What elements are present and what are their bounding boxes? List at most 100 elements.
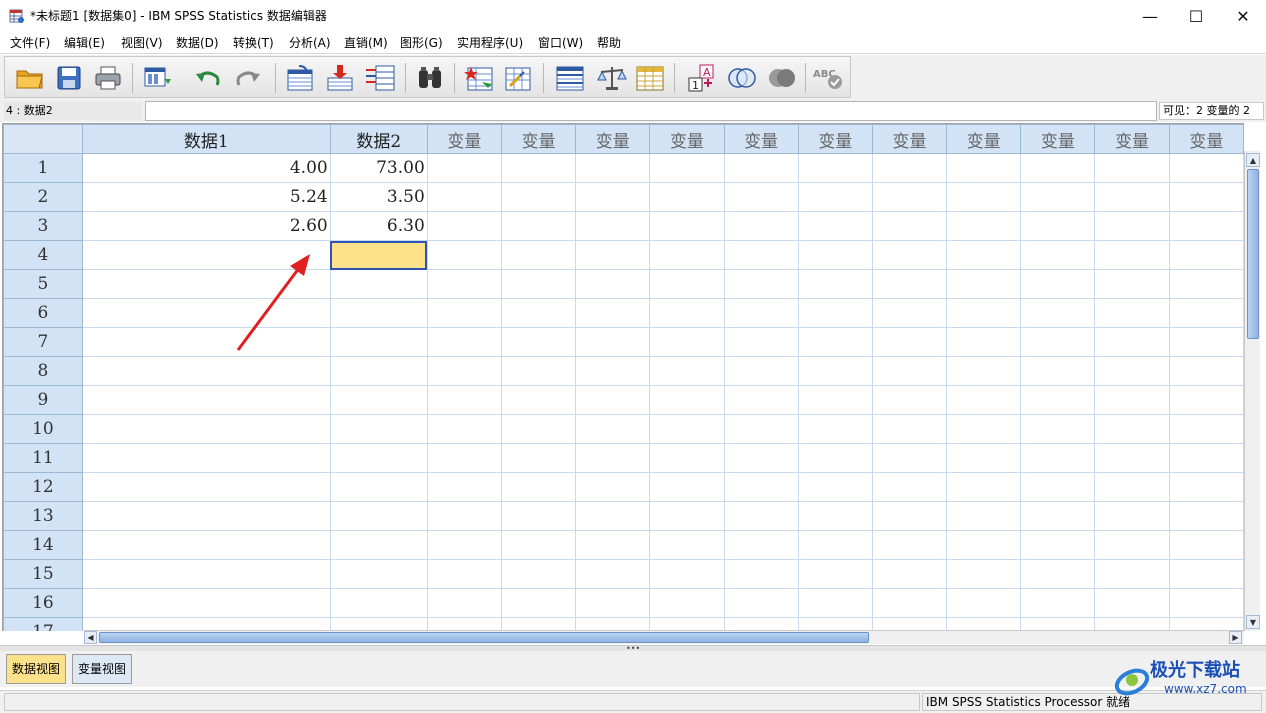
empty-cell[interactable] bbox=[797, 356, 873, 386]
row-number[interactable]: 7 bbox=[3, 327, 83, 357]
empty-cell[interactable] bbox=[500, 153, 577, 183]
empty-cell[interactable] bbox=[946, 385, 1022, 415]
empty-cell[interactable] bbox=[649, 414, 725, 444]
empty-cell[interactable] bbox=[1094, 414, 1170, 444]
spss-app-icon[interactable] bbox=[9, 8, 25, 24]
scroll-right-icon[interactable]: ▶ bbox=[1229, 631, 1242, 644]
variables-icon[interactable] bbox=[363, 62, 397, 94]
empty-cell[interactable] bbox=[723, 327, 799, 357]
empty-cell[interactable] bbox=[723, 153, 799, 183]
column-header[interactable]: 变量 bbox=[500, 124, 577, 154]
empty-cell[interactable] bbox=[649, 443, 725, 473]
minimize-button[interactable]: — bbox=[1127, 0, 1173, 32]
empty-cell[interactable] bbox=[500, 588, 577, 618]
data-cell[interactable] bbox=[329, 356, 428, 386]
empty-cell[interactable] bbox=[1094, 530, 1170, 560]
data-cell[interactable] bbox=[329, 298, 428, 328]
empty-cell[interactable] bbox=[1168, 617, 1244, 631]
empty-cell[interactable] bbox=[500, 443, 577, 473]
empty-cell[interactable] bbox=[426, 501, 502, 531]
row-number[interactable]: 11 bbox=[3, 443, 83, 473]
empty-cell[interactable] bbox=[426, 385, 502, 415]
empty-cell[interactable] bbox=[1168, 501, 1244, 531]
empty-cell[interactable] bbox=[723, 269, 799, 299]
empty-cell[interactable] bbox=[1168, 182, 1244, 212]
empty-cell[interactable] bbox=[871, 211, 948, 241]
empty-cell[interactable] bbox=[575, 588, 651, 618]
data-cell[interactable] bbox=[81, 617, 331, 631]
empty-cell[interactable] bbox=[500, 298, 577, 328]
menu-view[interactable]: 视图(V) bbox=[121, 35, 163, 51]
empty-cell[interactable] bbox=[575, 153, 651, 183]
empty-cell[interactable] bbox=[797, 240, 873, 270]
column-header[interactable]: 数据2 bbox=[329, 124, 428, 154]
empty-cell[interactable] bbox=[1020, 559, 1096, 589]
empty-cell[interactable] bbox=[797, 385, 873, 415]
empty-cell[interactable] bbox=[575, 298, 651, 328]
empty-cell[interactable] bbox=[426, 153, 502, 183]
empty-cell[interactable] bbox=[500, 327, 577, 357]
empty-cell[interactable] bbox=[575, 501, 651, 531]
use-sets-icon[interactable] bbox=[725, 62, 759, 94]
empty-cell[interactable] bbox=[575, 211, 651, 241]
empty-cell[interactable] bbox=[1168, 472, 1244, 502]
data-cell[interactable]: 5.24 bbox=[81, 182, 331, 212]
empty-cell[interactable] bbox=[426, 327, 502, 357]
menu-file[interactable]: 文件(F) bbox=[10, 35, 50, 51]
row-number[interactable]: 4 bbox=[3, 240, 83, 270]
empty-cell[interactable] bbox=[1094, 472, 1170, 502]
empty-cell[interactable] bbox=[1094, 385, 1170, 415]
empty-cell[interactable] bbox=[1020, 327, 1096, 357]
selected-cell[interactable] bbox=[329, 240, 428, 270]
empty-cell[interactable] bbox=[1094, 153, 1170, 183]
empty-cell[interactable] bbox=[1020, 298, 1096, 328]
menu-data[interactable]: 数据(D) bbox=[176, 35, 219, 51]
empty-cell[interactable] bbox=[1094, 559, 1170, 589]
empty-cell[interactable] bbox=[1094, 617, 1170, 631]
row-number[interactable]: 10 bbox=[3, 414, 83, 444]
empty-cell[interactable] bbox=[797, 327, 873, 357]
empty-cell[interactable] bbox=[575, 182, 651, 212]
empty-cell[interactable] bbox=[946, 356, 1022, 386]
empty-cell[interactable] bbox=[500, 182, 577, 212]
select-cases-icon[interactable] bbox=[633, 62, 667, 94]
empty-cell[interactable] bbox=[1094, 298, 1170, 328]
data-cell[interactable] bbox=[329, 501, 428, 531]
empty-cell[interactable] bbox=[946, 617, 1022, 631]
empty-cell[interactable] bbox=[946, 501, 1022, 531]
empty-cell[interactable] bbox=[500, 269, 577, 299]
empty-cell[interactable] bbox=[1020, 211, 1096, 241]
empty-cell[interactable] bbox=[1020, 182, 1096, 212]
empty-cell[interactable] bbox=[871, 153, 948, 183]
empty-cell[interactable] bbox=[1168, 559, 1244, 589]
empty-cell[interactable] bbox=[797, 211, 873, 241]
row-number[interactable]: 13 bbox=[3, 501, 83, 531]
column-header[interactable]: 变量 bbox=[426, 124, 502, 154]
empty-cell[interactable] bbox=[649, 530, 725, 560]
data-cell[interactable] bbox=[329, 588, 428, 618]
data-cell[interactable] bbox=[329, 559, 428, 589]
empty-cell[interactable] bbox=[797, 617, 873, 631]
empty-cell[interactable] bbox=[1094, 182, 1170, 212]
empty-cell[interactable] bbox=[1168, 414, 1244, 444]
data-cell[interactable] bbox=[329, 530, 428, 560]
tab-variable-view[interactable]: 变量视图 bbox=[72, 654, 133, 684]
empty-cell[interactable] bbox=[723, 240, 799, 270]
row-number[interactable]: 3 bbox=[3, 211, 83, 241]
empty-cell[interactable] bbox=[426, 472, 502, 502]
empty-cell[interactable] bbox=[946, 559, 1022, 589]
empty-cell[interactable] bbox=[649, 211, 725, 241]
split-file-icon[interactable] bbox=[553, 62, 587, 94]
data-cell[interactable] bbox=[81, 269, 331, 299]
insert-cases-icon[interactable] bbox=[461, 62, 495, 94]
empty-cell[interactable] bbox=[426, 240, 502, 270]
empty-cell[interactable] bbox=[797, 472, 873, 502]
empty-cell[interactable] bbox=[1168, 153, 1244, 183]
empty-cell[interactable] bbox=[426, 269, 502, 299]
row-number[interactable]: 17 bbox=[3, 617, 83, 631]
data-cell[interactable] bbox=[81, 414, 331, 444]
empty-cell[interactable] bbox=[649, 182, 725, 212]
row-number[interactable]: 5 bbox=[3, 269, 83, 299]
menu-help[interactable]: 帮助 bbox=[597, 35, 621, 51]
empty-cell[interactable] bbox=[1168, 298, 1244, 328]
